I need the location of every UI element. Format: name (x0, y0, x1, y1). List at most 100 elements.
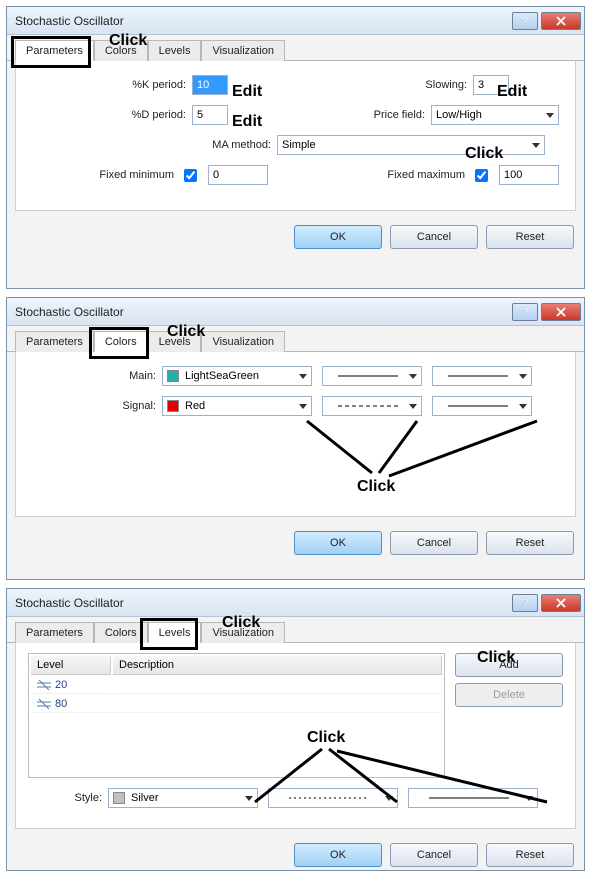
tab-levels[interactable]: Levels (148, 622, 202, 643)
d-period-input[interactable] (192, 105, 228, 125)
line-sample (413, 797, 525, 799)
button-row: OK Cancel Reset (7, 837, 584, 877)
color-swatch (113, 792, 125, 804)
main-linewidth-combo[interactable] (432, 366, 532, 386)
style-linestyle-combo[interactable] (268, 788, 398, 808)
reset-button[interactable]: Reset (486, 225, 574, 249)
tab-levels[interactable]: Levels (148, 40, 202, 61)
chevron-down-icon (245, 796, 253, 801)
signal-linestyle-combo[interactable] (322, 396, 422, 416)
table-header-description: Description (113, 656, 442, 675)
cancel-button[interactable]: Cancel (390, 225, 478, 249)
ma-method-label: MA method: (32, 139, 277, 151)
chevron-down-icon (409, 404, 417, 409)
close-button[interactable] (541, 12, 581, 30)
ma-method-value: Simple (282, 139, 316, 151)
help-button[interactable]: ? (512, 303, 538, 321)
line-sample (327, 405, 409, 407)
price-field-combo[interactable]: Low/High (431, 105, 559, 125)
tab-body: Level Description 20 80 Add Delet (15, 643, 576, 829)
d-period-label: %D period: (32, 109, 192, 121)
style-color-combo[interactable]: Silver (108, 788, 258, 808)
tab-visualization[interactable]: Visualization (201, 40, 285, 61)
tab-bar: Parameters Colors Levels Visualization (7, 326, 584, 352)
ok-button[interactable]: OK (294, 843, 382, 867)
main-color-label: Main: (32, 370, 162, 382)
tab-levels[interactable]: Levels (148, 331, 202, 352)
reset-button[interactable]: Reset (486, 843, 574, 867)
style-label: Style: (28, 792, 108, 804)
close-icon (556, 16, 566, 26)
fixed-min-input[interactable] (208, 165, 268, 185)
level-icon (37, 699, 51, 709)
ok-button[interactable]: OK (294, 225, 382, 249)
chevron-down-icon (299, 404, 307, 409)
tab-visualization[interactable]: Visualization (201, 622, 285, 643)
slowing-input[interactable] (473, 75, 509, 95)
line-sample (273, 797, 385, 799)
price-field-label: Price field: (361, 109, 431, 121)
levels-table[interactable]: Level Description 20 80 (28, 653, 445, 778)
line-sample (327, 375, 409, 377)
tab-body: %K period: Slowing: %D period: Price fie… (15, 61, 576, 211)
dialog-parameters: Stochastic Oscillator ? Parameters Color… (6, 6, 585, 289)
slowing-label: Slowing: (403, 79, 473, 91)
fixed-max-input[interactable] (499, 165, 559, 185)
ma-method-combo[interactable]: Simple (277, 135, 545, 155)
help-button[interactable]: ? (512, 594, 538, 612)
tab-parameters[interactable]: Parameters (15, 331, 94, 352)
color-swatch (167, 370, 179, 382)
fixed-max-check[interactable] (475, 169, 488, 182)
ok-button[interactable]: OK (294, 531, 382, 555)
fixed-min-label: Fixed minimum (32, 169, 180, 181)
main-linestyle-combo[interactable] (322, 366, 422, 386)
tab-colors[interactable]: Colors (94, 622, 148, 643)
tab-parameters[interactable]: Parameters (15, 622, 94, 643)
cancel-button[interactable]: Cancel (390, 843, 478, 867)
tab-bar: Parameters Colors Levels Visualization (7, 35, 584, 61)
window-title: Stochastic Oscillator (15, 14, 509, 28)
level-value: 20 (55, 679, 67, 691)
chevron-down-icon (532, 143, 540, 148)
chevron-down-icon (546, 113, 554, 118)
chevron-down-icon (299, 374, 307, 379)
k-period-label: %K period: (32, 79, 192, 91)
table-row[interactable]: 80 (31, 696, 442, 713)
level-icon (37, 680, 51, 690)
titlebar: Stochastic Oscillator ? (7, 7, 584, 35)
dialog-colors: Stochastic Oscillator ? Parameters Color… (6, 297, 585, 580)
cancel-button[interactable]: Cancel (390, 531, 478, 555)
titlebar: Stochastic Oscillator ? (7, 589, 584, 617)
tab-colors[interactable]: Colors (94, 40, 148, 61)
delete-button[interactable]: Delete (455, 683, 563, 707)
tab-body: Main: LightSeaGreen Signal: Red (15, 352, 576, 517)
signal-color-label: Signal: (32, 400, 162, 412)
style-color-value: Silver (131, 792, 159, 804)
fixed-max-label: Fixed maximum (371, 169, 471, 181)
window-title: Stochastic Oscillator (15, 596, 509, 610)
level-value: 80 (55, 698, 67, 710)
reset-button[interactable]: Reset (486, 531, 574, 555)
chevron-down-icon (385, 796, 393, 801)
close-button[interactable] (541, 303, 581, 321)
help-button[interactable]: ? (512, 12, 538, 30)
tab-visualization[interactable]: Visualization (201, 331, 285, 352)
signal-color-combo[interactable]: Red (162, 396, 312, 416)
table-row[interactable]: 20 (31, 677, 442, 694)
fixed-min-check[interactable] (184, 169, 197, 182)
style-linewidth-combo[interactable] (408, 788, 538, 808)
level-desc (113, 696, 442, 713)
add-button[interactable]: Add (455, 653, 563, 677)
main-color-combo[interactable]: LightSeaGreen (162, 366, 312, 386)
line-sample (437, 405, 519, 407)
close-icon (556, 307, 566, 317)
tab-colors[interactable]: Colors (94, 331, 148, 352)
close-button[interactable] (541, 594, 581, 612)
button-row: OK Cancel Reset (7, 219, 584, 259)
signal-linewidth-combo[interactable] (432, 396, 532, 416)
chevron-down-icon (409, 374, 417, 379)
window-title: Stochastic Oscillator (15, 305, 509, 319)
tab-parameters[interactable]: Parameters (15, 40, 94, 61)
k-period-input[interactable] (192, 75, 228, 95)
button-row: OK Cancel Reset (7, 525, 584, 565)
